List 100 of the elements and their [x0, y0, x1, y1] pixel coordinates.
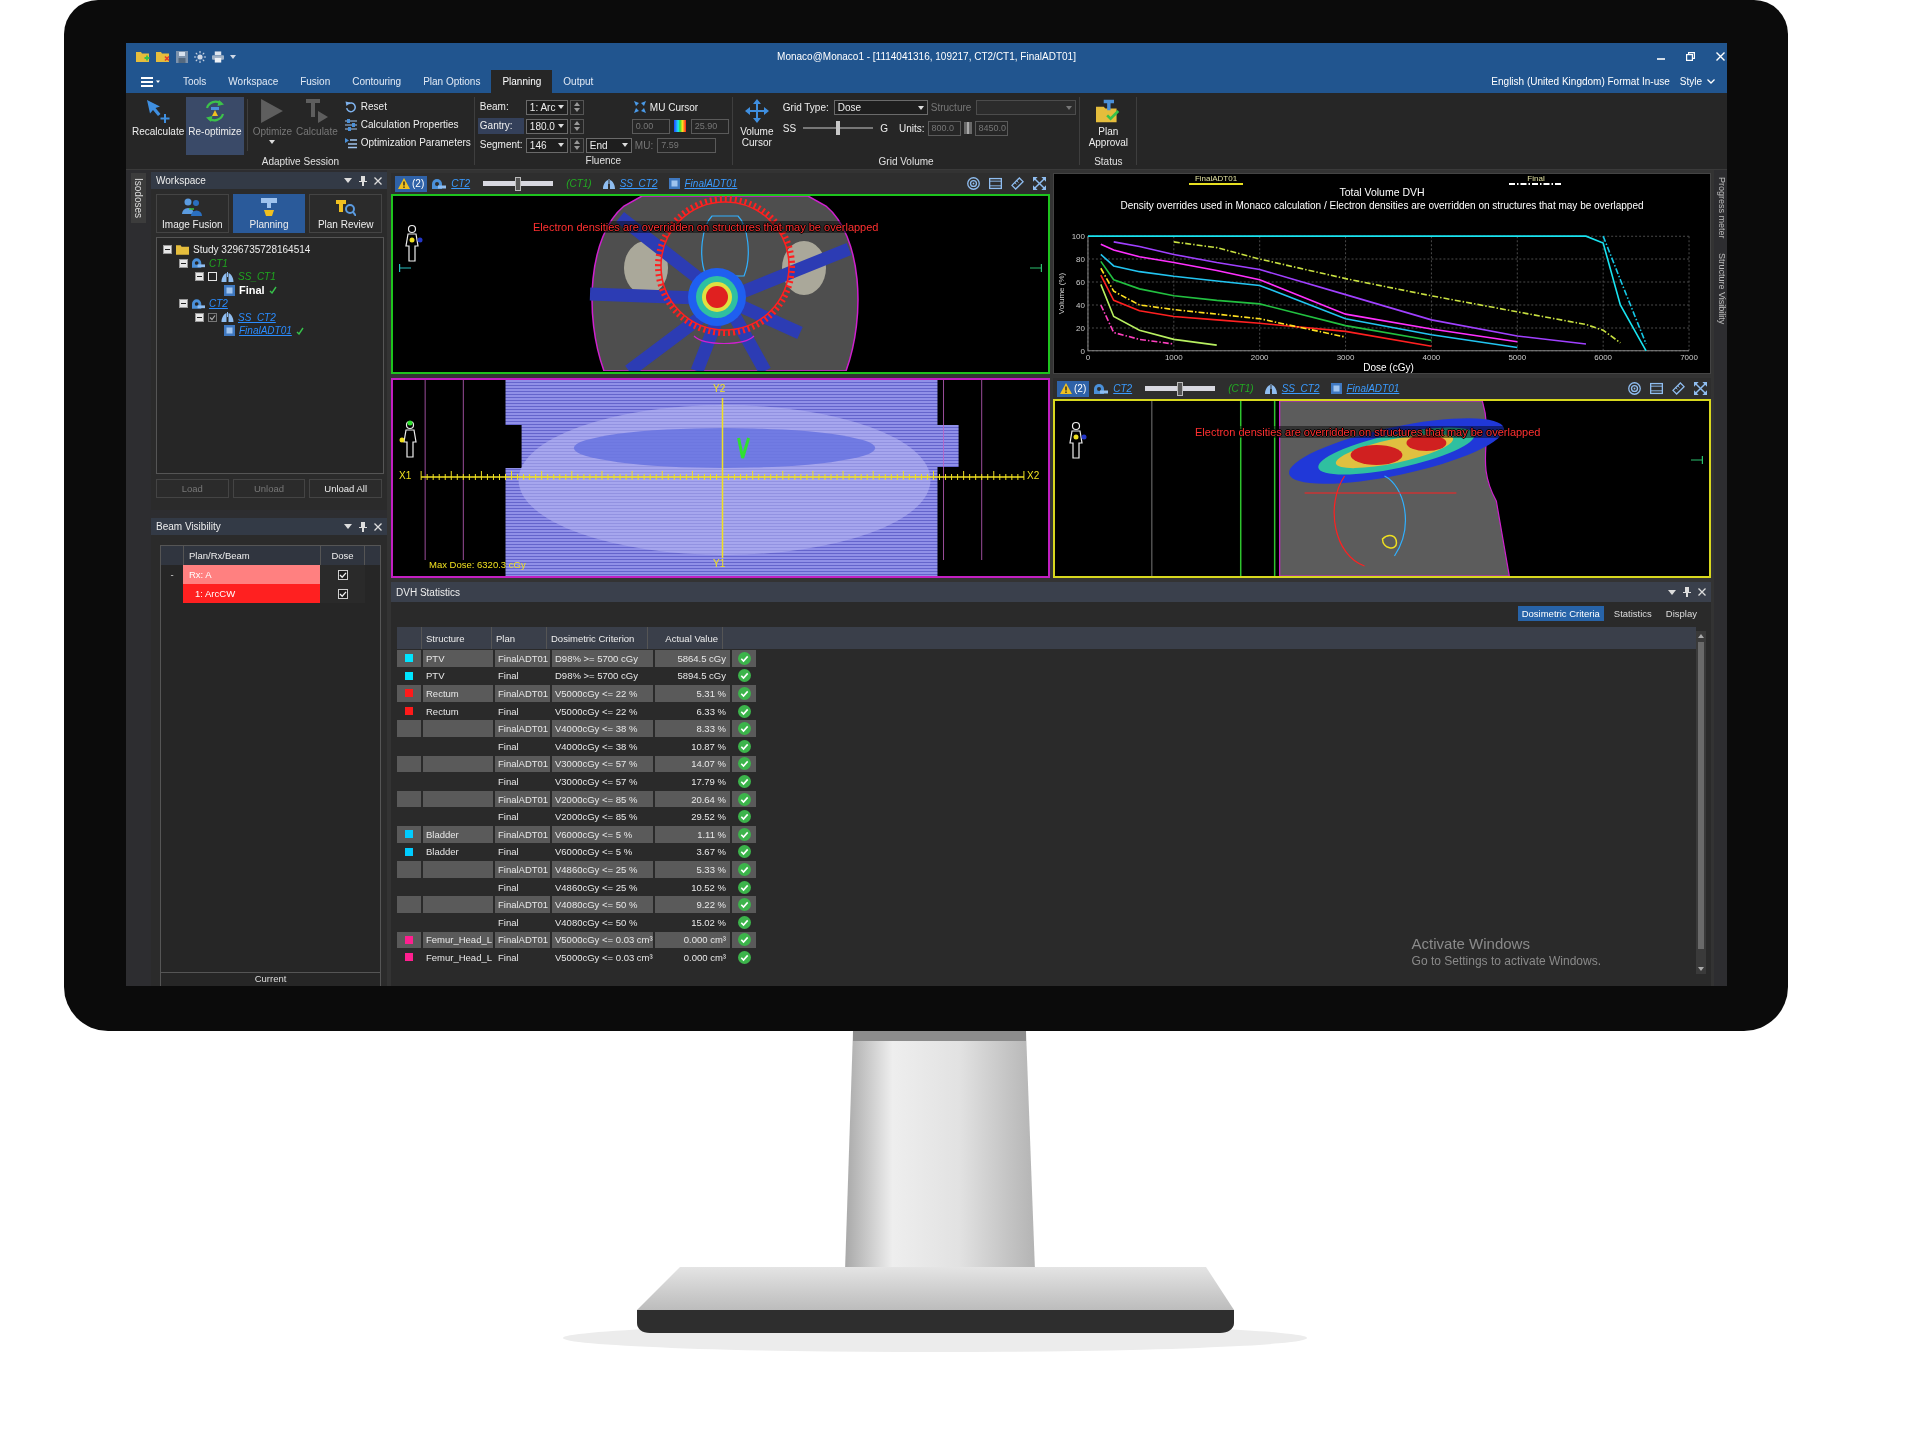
spin-button[interactable]	[569, 99, 584, 115]
menu-tab[interactable]: Tools	[172, 70, 218, 93]
tree-item[interactable]: CT2	[209, 298, 228, 310]
color-bar-icon	[963, 122, 972, 134]
table-cell: 5.31 %	[655, 685, 730, 702]
structure-set-link[interactable]: SS_CT2	[1281, 383, 1320, 394]
side-tab[interactable]: Isodoses	[131, 173, 146, 224]
restore-icon[interactable]	[1686, 52, 1695, 61]
tree-item[interactable]: Study 3296735728164514	[193, 244, 311, 256]
screen-icon[interactable]	[1650, 382, 1663, 395]
slider-thumb[interactable]	[515, 176, 522, 191]
close-icon[interactable]	[1698, 588, 1706, 596]
save-icon[interactable]	[176, 50, 188, 63]
slider-thumb[interactable]	[1177, 381, 1184, 396]
checkbox[interactable]	[208, 312, 217, 322]
column-header[interactable]: Structure	[421, 627, 491, 649]
table-cell-text: 5894.5 cGy	[676, 669, 727, 684]
menu-icon[interactable]	[141, 76, 160, 87]
tab[interactable]: Statistics	[1609, 606, 1656, 621]
printer-icon[interactable]	[212, 50, 224, 63]
collapse-icon[interactable]	[179, 299, 188, 309]
mode-button[interactable]: Planning	[232, 194, 306, 233]
dropdown[interactable]: 180.0	[525, 118, 568, 134]
ruler-icon[interactable]	[1011, 177, 1024, 190]
target-icon[interactable]	[1628, 382, 1641, 395]
ruler-icon[interactable]	[1672, 382, 1685, 395]
style-menu[interactable]: Style	[1679, 70, 1727, 93]
collapse-icon[interactable]	[163, 245, 172, 255]
menu-tab[interactable]: Plan Options	[412, 70, 492, 93]
dropdown[interactable]: 146	[525, 137, 568, 153]
axis-tick-label: 40	[1076, 300, 1085, 310]
structure-set-link[interactable]: SS_CT2	[619, 178, 658, 189]
tree-item[interactable]: SS_CT2	[238, 311, 276, 323]
folder-icon[interactable]	[136, 51, 150, 62]
close-icon[interactable]	[374, 176, 382, 185]
collapse-icon[interactable]	[195, 272, 204, 282]
tab[interactable]: Dosimetric Criteria	[1517, 606, 1604, 621]
scroll-down-icon[interactable]	[1698, 967, 1704, 971]
ribbon-button[interactable]: Optimization Parameters	[344, 135, 471, 150]
menu-tab[interactable]: Fusion	[289, 70, 342, 93]
sun-icon[interactable]	[194, 50, 206, 63]
ribbon-button[interactable]: Plan Approval	[1083, 97, 1134, 155]
dropdown[interactable]: End	[585, 137, 632, 153]
caret-icon[interactable]	[1668, 589, 1676, 595]
side-tab[interactable]: Progress meter	[1714, 174, 1727, 242]
pin-icon[interactable]	[359, 175, 367, 186]
expand-icon[interactable]	[1033, 177, 1046, 190]
expand-icon[interactable]	[1694, 382, 1707, 395]
close-icon[interactable]	[374, 522, 382, 531]
folder-icon[interactable]	[156, 51, 170, 62]
ribbon-button[interactable]: Re-optimize	[186, 97, 244, 155]
caret-icon[interactable]	[344, 178, 352, 183]
side-tab[interactable]: Structure Visibility	[1714, 249, 1727, 327]
spin-button[interactable]	[569, 137, 584, 153]
warnings-button[interactable]: (2)	[395, 175, 428, 192]
plan-link[interactable]: FinalADT01	[684, 178, 738, 189]
mode-button[interactable]: Image Fusion	[156, 194, 229, 233]
ribbon-button[interactable]: Calculation Properties	[344, 117, 471, 132]
collapse-icon[interactable]	[179, 258, 188, 268]
spin-button[interactable]	[569, 118, 584, 134]
caret-icon[interactable]	[230, 54, 236, 59]
dropdown[interactable]: 1: Arc	[525, 99, 568, 115]
activation-notice-text: Go to Settings to activate Windows.	[1411, 954, 1601, 968]
menu-tab[interactable]: Workspace	[217, 70, 290, 93]
collapse-icon[interactable]	[195, 312, 204, 322]
ribbon-button[interactable]: Reset	[344, 99, 471, 114]
vertical-scrollbar[interactable]	[1696, 631, 1706, 974]
ribbon-button[interactable]: Recalculate	[130, 97, 187, 155]
menu-tab[interactable]: Output	[552, 70, 605, 93]
menu-tab[interactable]: Planning	[491, 70, 553, 93]
column-header[interactable]: Dosimetric Criterion	[546, 627, 647, 649]
image-link[interactable]: CT2	[451, 178, 471, 189]
image-link[interactable]: CT2	[1113, 383, 1133, 394]
pin-icon[interactable]	[1683, 587, 1691, 597]
pin-icon[interactable]	[359, 521, 367, 532]
mode-button[interactable]: Plan Review	[309, 194, 382, 233]
crosshair-icon[interactable]	[633, 101, 646, 113]
screen-icon[interactable]	[989, 177, 1002, 190]
tab[interactable]: Display	[1661, 606, 1701, 621]
expander-toggle[interactable]: -	[170, 569, 174, 580]
panel-button[interactable]: Unload All	[309, 479, 382, 498]
table-cell[interactable]: 1: ArcCW	[183, 584, 320, 603]
tree-item[interactable]: FinalADT01	[239, 325, 292, 337]
tree-item[interactable]: CT1	[209, 257, 228, 269]
column-header[interactable]: Actual Value	[647, 627, 722, 649]
ribbon-button[interactable]: Volume Cursor	[735, 97, 778, 155]
target-icon[interactable]	[967, 177, 980, 190]
plan-link[interactable]: FinalADT01	[1346, 383, 1400, 394]
tree-item[interactable]: Final	[239, 284, 265, 297]
tree-item[interactable]: SS_CT1	[238, 271, 276, 283]
warnings-button[interactable]: (2)	[1057, 380, 1090, 397]
caret-icon[interactable]	[344, 524, 352, 529]
scrollbar-thumb[interactable]	[1698, 642, 1704, 949]
menu-tab[interactable]: Contouring	[341, 70, 413, 93]
scroll-up-icon[interactable]	[1698, 634, 1704, 638]
swatch-cell	[397, 720, 421, 737]
slider-thumb[interactable]	[836, 121, 841, 135]
table-cell-text: Final	[497, 950, 520, 965]
dropdown[interactable]: Dose	[833, 100, 928, 115]
column-header[interactable]: Plan	[491, 627, 546, 649]
